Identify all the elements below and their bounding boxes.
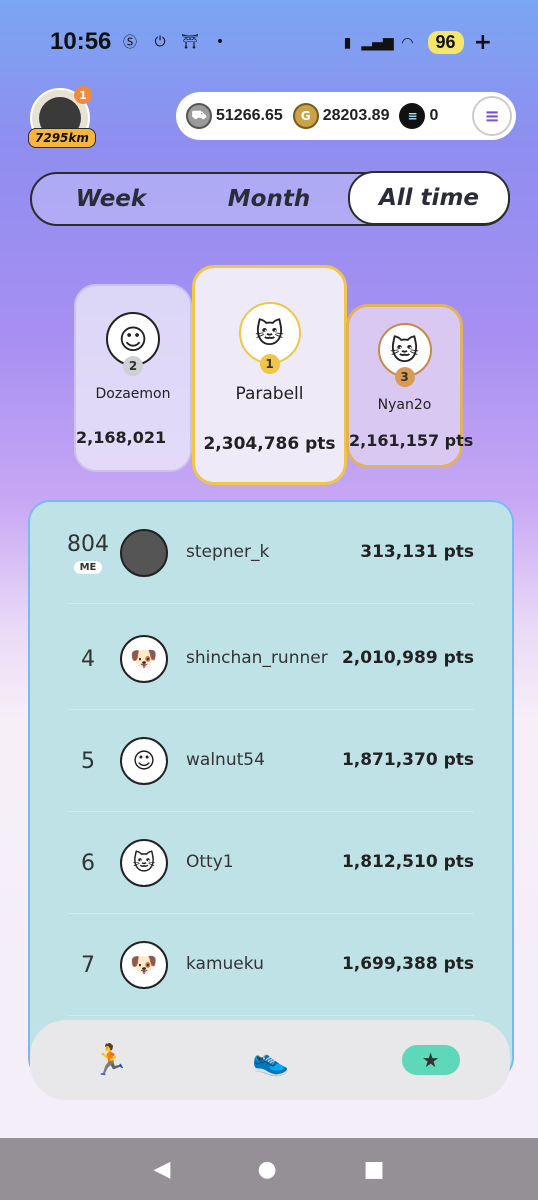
rank-chip-1: 1 bbox=[259, 354, 280, 374]
row-pts: 313,131 pts bbox=[360, 542, 474, 562]
gst-coin-icon: ⛟ bbox=[186, 103, 212, 129]
podium-second-pts: 2,168,021 bbox=[76, 428, 167, 447]
vibrate-icon: ▮ bbox=[343, 34, 352, 51]
sneaker-icon bbox=[120, 529, 168, 577]
podium-first-name: Parabell bbox=[235, 384, 304, 404]
system-nav-bar: ◀ ● ■ bbox=[0, 1138, 538, 1200]
tab-week[interactable]: Week bbox=[32, 174, 190, 224]
rank-number: 804 bbox=[67, 532, 109, 557]
podium-third-name: Nyan2o bbox=[377, 397, 432, 413]
leaderboard-icon[interactable]: ★ bbox=[401, 1045, 460, 1075]
sol-coin-icon: ≡ bbox=[399, 103, 426, 129]
row-rank: 7 bbox=[81, 952, 95, 978]
cat-icon: 🐱 bbox=[120, 839, 168, 887]
row-name: shinchan_runner bbox=[186, 648, 328, 668]
boy-icon: ☺ bbox=[120, 737, 168, 785]
signal-icon: ▂▄▆ bbox=[361, 34, 394, 51]
row-rank: 4 bbox=[81, 646, 95, 672]
status-time: 10:56 bbox=[50, 28, 112, 55]
me-tag: ME bbox=[73, 561, 103, 574]
wifi-icon: ◠ bbox=[401, 34, 414, 51]
period-tabs: Week Month All time bbox=[30, 171, 510, 226]
notification-badge: 1 bbox=[74, 86, 92, 104]
row-pts: 2,010,989 pts bbox=[341, 648, 474, 668]
podium-second[interactable]: ☺ 2 Dozaemon 2,168,021 bbox=[74, 284, 192, 472]
dog-icon: 🐶 bbox=[120, 941, 168, 989]
row-name: walnut54 bbox=[186, 750, 265, 770]
chain-switch-button[interactable]: ≡ bbox=[472, 96, 512, 136]
table-row[interactable]: 7 🐶 kamueku 1,699,388 pts bbox=[68, 914, 474, 1016]
row-name: Otty1 bbox=[186, 852, 234, 872]
row-pts: 1,699,388 pts bbox=[341, 954, 474, 974]
table-row[interactable]: 4 🐶 shinchan_runner 2,010,989 pts bbox=[68, 608, 474, 710]
podium-first[interactable]: 🐱 1 Parabell 2,304,786 pts bbox=[192, 265, 347, 485]
dot-icon: • bbox=[215, 34, 225, 50]
podium-first-pts: 2,304,786 pts bbox=[203, 434, 336, 454]
tab-month[interactable]: Month bbox=[190, 174, 348, 224]
gmt-balance: 28203.89 bbox=[322, 107, 390, 124]
row-pts: 1,812,510 pts bbox=[341, 852, 474, 872]
row-pts: 1,871,370 pts bbox=[341, 750, 474, 770]
gmt-coin-icon: G bbox=[292, 103, 319, 129]
row-name: stepner_k bbox=[186, 542, 270, 562]
run-icon[interactable]: 🏃 bbox=[80, 1038, 140, 1082]
back-icon[interactable]: ◀ bbox=[154, 1157, 171, 1182]
dog-icon: 🐶 bbox=[120, 635, 168, 683]
table-row[interactable]: 6 🐱 Otty1 1,812,510 pts bbox=[68, 812, 474, 914]
wallet-bar[interactable]: ⛟ 51266.65 G 28203.89 ≡ 0 ≡ bbox=[176, 92, 516, 140]
rank-chip-3: 3 bbox=[394, 367, 415, 387]
rank-chip-2: 2 bbox=[123, 356, 143, 376]
tab-all-time[interactable]: All time bbox=[348, 171, 510, 225]
power-icon: ⏻ bbox=[154, 34, 166, 50]
distance-pill: 7295km bbox=[28, 128, 96, 148]
app-s-icon: Ⓢ bbox=[123, 35, 137, 51]
sneaker-icon[interactable]: 👟 bbox=[241, 1038, 301, 1082]
gst-balance: 51266.65 bbox=[216, 107, 283, 124]
status-bar: 10:56 Ⓢ ⏻ ⛩ • ▮ ▂▄▆ ◠ 96 + bbox=[0, 0, 538, 80]
status-icons-left: Ⓢ ⏻ ⛩ • bbox=[120, 32, 230, 52]
row-rank: 5 bbox=[81, 748, 95, 774]
podium-third[interactable]: 🐱 3 Nyan2o 2,161,157 pts bbox=[346, 304, 474, 468]
recents-icon[interactable]: ■ bbox=[364, 1157, 385, 1182]
table-row-me[interactable]: 804 ME stepner_k 313,131 pts bbox=[67, 502, 474, 604]
battery-indicator: 96 bbox=[427, 31, 464, 54]
home-icon[interactable]: ● bbox=[257, 1157, 276, 1182]
sol-balance: 0 bbox=[429, 107, 439, 124]
status-icons-right: ▮ ▂▄▆ ◠ 96 + bbox=[338, 30, 492, 55]
battery-plus: + bbox=[473, 30, 492, 55]
castle-icon: ⛩ bbox=[181, 34, 199, 50]
row-rank: 804 ME bbox=[67, 502, 109, 604]
leaderboard-panel[interactable]: 804 ME stepner_k 313,131 pts 4 🐶 shincha… bbox=[28, 500, 514, 1080]
row-rank: 6 bbox=[81, 850, 95, 876]
podium-third-pts: 2,161,157 pts bbox=[349, 431, 474, 450]
podium-second-name: Dozaemon bbox=[95, 386, 171, 402]
row-name: kamueku bbox=[186, 954, 264, 974]
table-row[interactable]: 5 ☺ walnut54 1,871,370 pts bbox=[68, 710, 474, 812]
bottom-nav: 🏃 👟 ★ bbox=[30, 1020, 510, 1100]
